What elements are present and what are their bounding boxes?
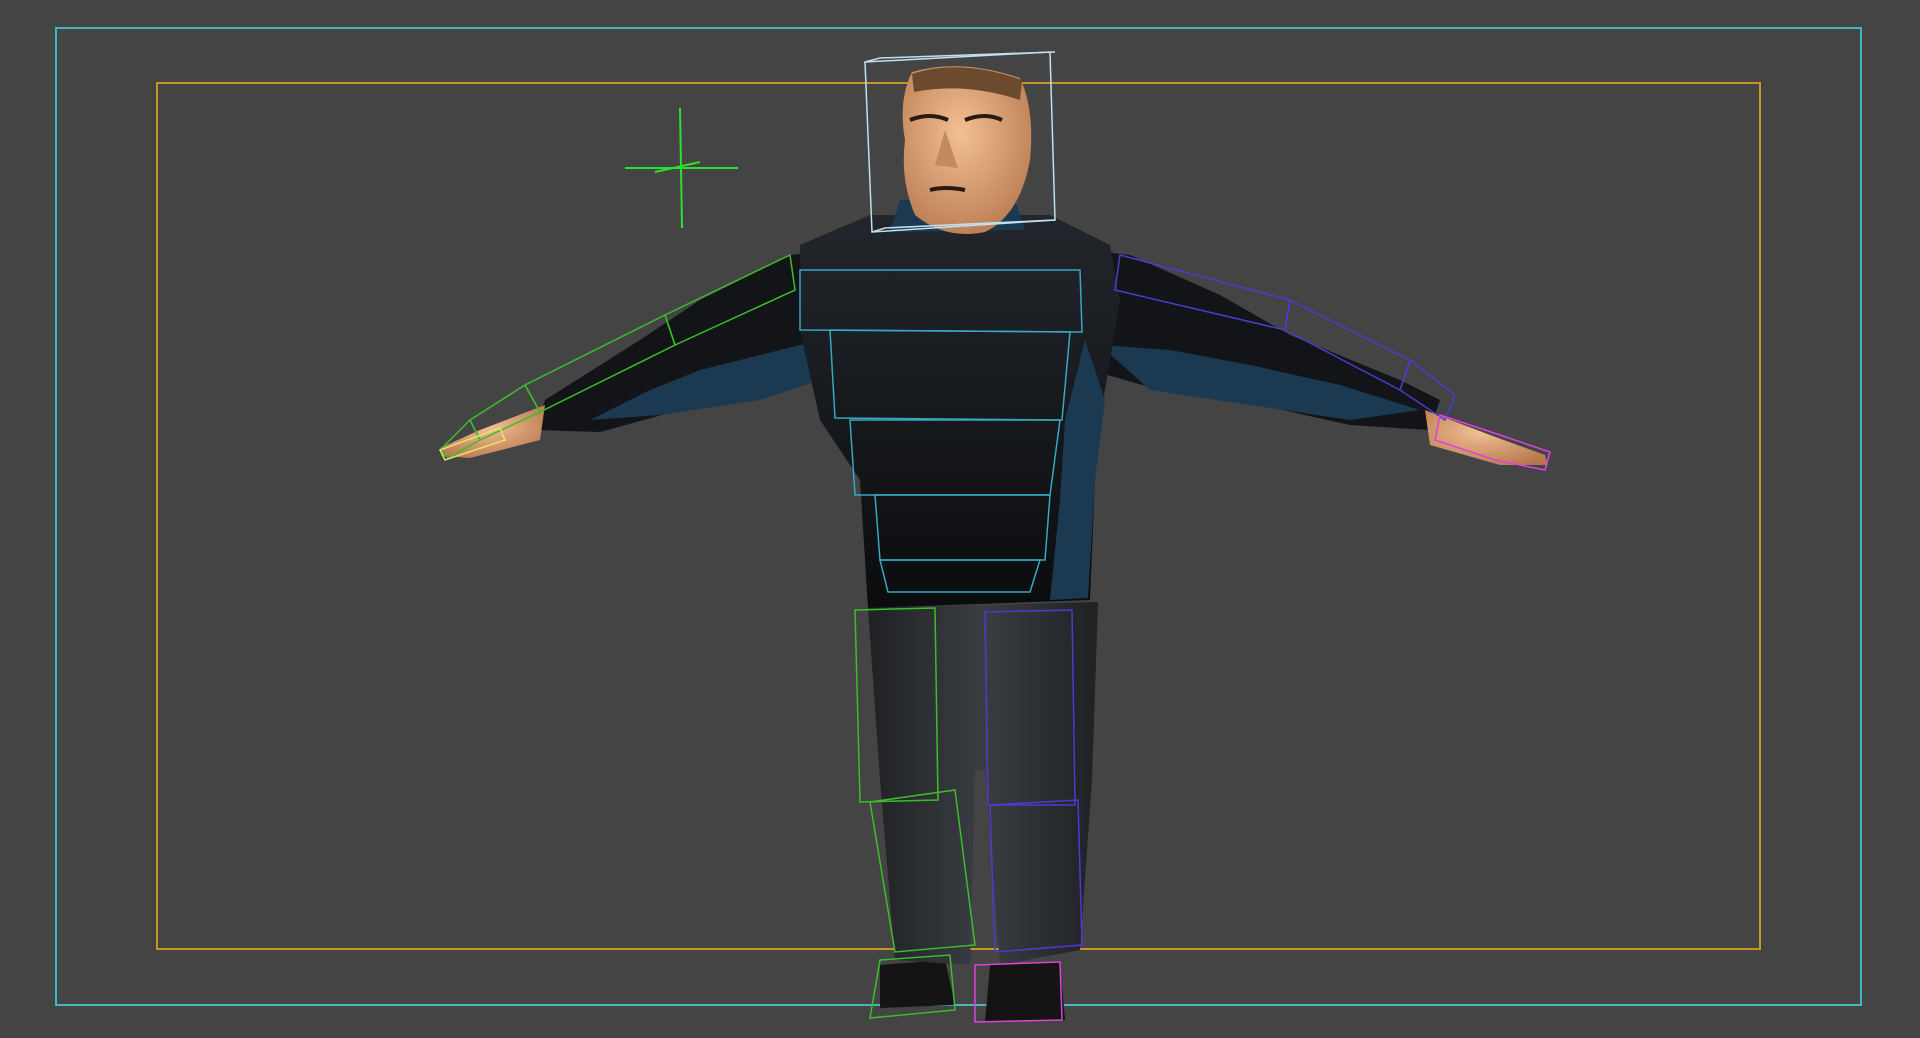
character-model[interactable] [440, 66, 1548, 1022]
viewport-canvas[interactable] [0, 0, 1920, 1038]
pants [868, 602, 1098, 965]
right-shoe [985, 962, 1065, 1022]
3d-viewport[interactable] [0, 0, 1920, 1038]
left-shoe [880, 960, 955, 1008]
light-gizmo-icon[interactable] [625, 107, 738, 229]
